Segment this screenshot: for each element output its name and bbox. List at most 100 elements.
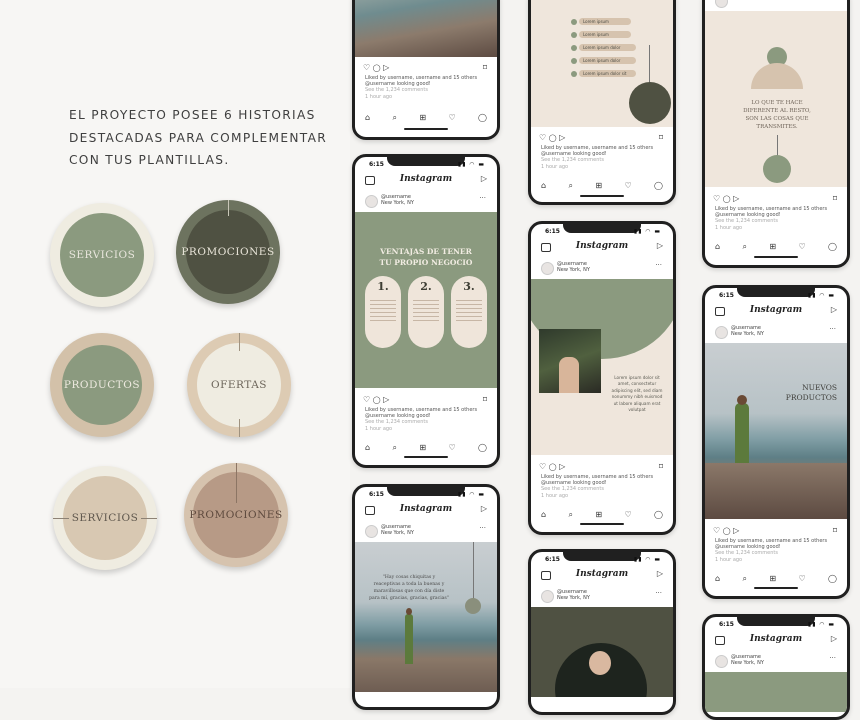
add-post-icon[interactable]: ⊞ (595, 181, 602, 191)
profile-icon[interactable]: ◯ (478, 443, 487, 453)
status-bar: 6:15 ▮▮ ◠ ▬ (369, 161, 485, 168)
profile-icon[interactable]: ◯ (654, 510, 663, 520)
direct-icon[interactable]: ▷ (657, 569, 663, 578)
search-icon[interactable]: ⌕ (568, 181, 572, 191)
avatar[interactable] (541, 590, 554, 603)
avatar[interactable] (715, 655, 728, 668)
heart-icon[interactable]: ♡ (363, 395, 370, 404)
comment-icon[interactable]: ◯ (549, 463, 557, 471)
add-post-icon[interactable]: ⊞ (595, 510, 602, 520)
send-icon[interactable]: ▷ (733, 194, 739, 203)
more-icon[interactable]: ··· (655, 261, 662, 269)
save-icon[interactable]: ⌑ (833, 526, 837, 535)
home-icon[interactable]: ⌂ (365, 443, 370, 453)
save-icon[interactable]: ⌑ (659, 462, 663, 471)
highlight-label: PROMOCIONES (181, 246, 275, 258)
add-post-icon[interactable]: ⊞ (769, 574, 776, 584)
heart-icon[interactable]: ♡ (713, 194, 720, 203)
profile-icon[interactable]: ◯ (478, 113, 487, 123)
avatar[interactable] (541, 262, 554, 275)
highlight-servicios-beige[interactable]: SERVICIOS (53, 466, 157, 570)
heart-icon[interactable]: ♡ (363, 63, 370, 72)
send-icon[interactable]: ▷ (383, 395, 389, 404)
avatar[interactable] (715, 0, 728, 8)
comment-icon[interactable]: ◯ (549, 134, 557, 142)
save-icon[interactable]: ⌑ (833, 194, 837, 203)
home-icon[interactable]: ⌂ (365, 113, 370, 123)
home-icon[interactable]: ⌂ (541, 181, 546, 191)
send-icon[interactable]: ▷ (383, 63, 389, 72)
highlight-promociones-olive[interactable]: PROMOCIONES (176, 200, 280, 304)
search-icon[interactable]: ⌕ (742, 574, 746, 584)
heart-icon[interactable]: ♡ (798, 574, 805, 584)
phone-mockup-2: 6:15 ▮▮ ◠ ▬ Instagram ▷ @username New York… (352, 154, 500, 468)
post-image (355, 0, 497, 57)
highlight-label: PRODUCTOS (63, 379, 141, 391)
direct-icon[interactable]: ▷ (831, 305, 837, 314)
profile-icon[interactable]: ◯ (828, 242, 837, 252)
more-icon[interactable]: ··· (829, 325, 836, 333)
add-post-icon[interactable]: ⊞ (769, 242, 776, 252)
home-icon[interactable]: ⌂ (541, 510, 546, 520)
send-icon[interactable]: ▷ (559, 462, 565, 471)
add-post-icon[interactable]: ⊞ (419, 443, 426, 453)
more-icon[interactable]: ··· (655, 589, 662, 597)
avatar[interactable] (365, 195, 378, 208)
direct-icon[interactable]: ▷ (481, 504, 487, 513)
save-icon[interactable]: ⌑ (659, 133, 663, 142)
more-icon[interactable]: ··· (829, 654, 836, 662)
heart-icon[interactable]: ♡ (448, 443, 455, 453)
more-icon[interactable]: ··· (479, 194, 486, 202)
save-icon[interactable]: ⌑ (483, 395, 487, 404)
instagram-topbar: Instagram ▷ (363, 174, 489, 188)
direct-icon[interactable]: ▷ (481, 174, 487, 183)
more-icon[interactable]: ··· (829, 0, 836, 2)
heart-icon[interactable]: ♡ (539, 133, 546, 142)
comment-icon[interactable]: ◯ (723, 195, 731, 203)
direct-icon[interactable]: ▷ (657, 241, 663, 250)
highlight-servicios-sage[interactable]: SERVICIOS (50, 203, 154, 307)
direct-icon[interactable]: ▷ (831, 634, 837, 643)
likes-text: Liked by username, username and 15 other… (541, 145, 654, 158)
search-icon[interactable]: ⌕ (392, 113, 396, 123)
bottom-nav: ⌂ ⌕ ⊞ ♡ ◯ (541, 510, 663, 520)
comment-icon[interactable]: ◯ (373, 396, 381, 404)
comment-icon[interactable]: ◯ (723, 527, 731, 535)
heart-icon[interactable]: ♡ (539, 462, 546, 471)
profile-icon[interactable]: ◯ (654, 181, 663, 191)
heart-icon[interactable]: ♡ (624, 181, 631, 191)
post-caption: Liked by username, username and 15 other… (365, 407, 489, 432)
phone-mockup-9: 6:15 ▮▮ ◠ ▬ Instagram ▷ @username New York… (702, 614, 850, 720)
search-icon[interactable]: ⌕ (392, 443, 396, 453)
post-caption: Liked by username, username and 15 other… (715, 538, 839, 563)
search-icon[interactable]: ⌕ (568, 510, 572, 520)
send-icon[interactable]: ▷ (733, 526, 739, 535)
heart-icon[interactable]: ♡ (798, 242, 805, 252)
location: New York, NY (557, 267, 590, 273)
heart-icon[interactable]: ♡ (624, 510, 631, 520)
phone-mockup-4: Lorem ipsum Lorem ipsum Lorem ipsum dolo… (528, 0, 676, 205)
post-image: VENTAJAS DE TENER TU PROPIO NEGOCIO 1. 2.… (355, 212, 497, 388)
phone-mockup-8: 6:15 ▮▮ ◠ ▬ Instagram ▷ @username New York… (702, 285, 850, 599)
post-title: NUEVOS PRODUCTOS (785, 383, 837, 402)
save-icon[interactable]: ⌑ (483, 63, 487, 72)
search-icon[interactable]: ⌕ (742, 242, 746, 252)
more-icon[interactable]: ··· (479, 524, 486, 532)
highlight-promociones-terracotta[interactable]: PROMOCIONES (184, 463, 288, 567)
add-post-icon[interactable]: ⊞ (419, 113, 426, 123)
post-actions: ♡ ◯ ▷ ⌑ (539, 133, 665, 142)
highlight-productos-beige[interactable]: PRODUCTOS (50, 333, 154, 437)
location: New York, NY (731, 660, 764, 666)
phone-mockup-7: New York, NY ··· LO QUE TE HACE DIFERENT… (702, 0, 850, 268)
home-icon[interactable]: ⌂ (715, 574, 720, 584)
comment-icon[interactable]: ◯ (373, 64, 381, 72)
avatar[interactable] (715, 326, 728, 339)
heart-icon[interactable]: ♡ (713, 526, 720, 535)
avatar[interactable] (365, 525, 378, 538)
profile-icon[interactable]: ◯ (828, 574, 837, 584)
send-icon[interactable]: ▷ (559, 133, 565, 142)
highlight-ofertas-cream[interactable]: OFERTAS (187, 333, 291, 437)
instagram-topbar: Instagram ▷ (713, 305, 839, 319)
home-icon[interactable]: ⌂ (715, 242, 720, 252)
heart-icon[interactable]: ♡ (448, 113, 455, 123)
